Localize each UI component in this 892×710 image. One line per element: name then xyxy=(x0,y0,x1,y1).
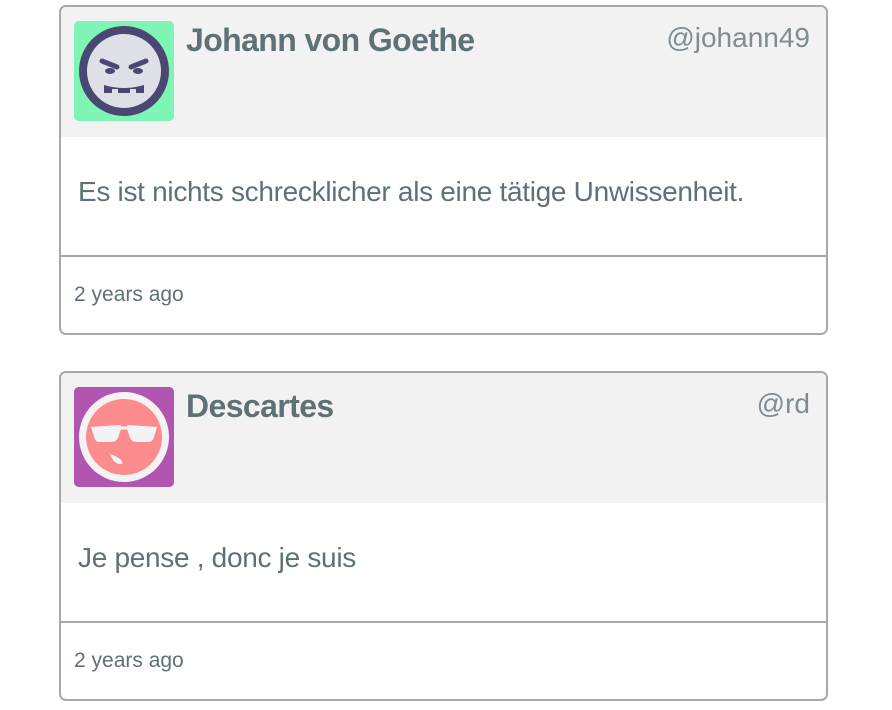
tweet-footer: 2 years ago xyxy=(61,257,826,333)
tweet-card: Johann von Goethe @johann49 Es ist nicht… xyxy=(59,5,828,335)
tweet-text: Es ist nichts schrecklicher als eine tät… xyxy=(78,176,745,207)
tweet-header: Johann von Goethe @johann49 xyxy=(61,7,826,137)
author-handle[interactable]: @johann49 xyxy=(666,22,810,54)
author-name[interactable]: Johann von Goethe xyxy=(186,22,475,59)
author-handle[interactable]: @rd xyxy=(757,388,810,420)
tweet-header: Descartes @rd xyxy=(61,373,826,503)
tweet-timestamp: 2 years ago xyxy=(74,649,184,672)
avatar[interactable] xyxy=(74,21,174,121)
tweet-footer: 2 years ago xyxy=(61,623,826,699)
tweet-text: Je pense , donc je suis xyxy=(78,542,356,573)
tweet-timestamp: 2 years ago xyxy=(74,283,184,306)
tweet-body: Je pense , donc je suis xyxy=(61,503,826,623)
author-name[interactable]: Descartes xyxy=(186,388,334,425)
angry-face-icon xyxy=(74,21,174,121)
avatar[interactable] xyxy=(74,387,174,487)
tweet-card: Descartes @rd Je pense , donc je suis 2 … xyxy=(59,371,828,701)
tweet-feed: Johann von Goethe @johann49 Es ist nicht… xyxy=(0,0,892,710)
tweet-body: Es ist nichts schrecklicher als eine tät… xyxy=(61,137,826,257)
sunglasses-face-icon xyxy=(74,387,174,487)
